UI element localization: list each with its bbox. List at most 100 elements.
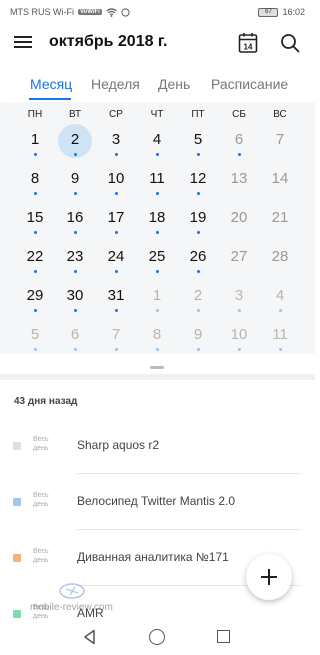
day-number: 7 bbox=[275, 131, 285, 148]
day-cell[interactable]: 4 bbox=[137, 124, 177, 162]
back-icon[interactable] bbox=[82, 629, 98, 645]
day-cell[interactable]: 8 bbox=[15, 163, 55, 201]
event-color-swatch bbox=[13, 610, 21, 618]
event-item[interactable]: Весь день Sharp aquos r2 bbox=[0, 418, 315, 474]
day-cell[interactable]: 10 bbox=[219, 319, 259, 357]
event-color-swatch bbox=[13, 442, 21, 450]
day-cell[interactable]: 29 bbox=[15, 280, 55, 318]
day-cell[interactable]: 9 bbox=[178, 319, 218, 357]
watermark-text: mobile-review.com bbox=[30, 602, 113, 613]
day-cell[interactable]: 6 bbox=[55, 319, 95, 357]
day-cell[interactable]: 13 bbox=[219, 163, 259, 201]
day-number: 3 bbox=[234, 287, 244, 304]
event-dot bbox=[156, 270, 159, 273]
day-number: 18 bbox=[148, 209, 166, 226]
day-cell[interactable]: 5 bbox=[15, 319, 55, 357]
day-cell[interactable]: 28 bbox=[260, 241, 300, 279]
weekday-label: СР bbox=[109, 109, 123, 120]
day-number: 13 bbox=[230, 170, 248, 187]
day-cell[interactable]: 8 bbox=[137, 319, 177, 357]
active-tab-indicator bbox=[29, 98, 71, 100]
day-cell[interactable]: 3 bbox=[96, 124, 136, 162]
today-button[interactable]: 14 bbox=[238, 32, 258, 54]
day-cell[interactable]: 18 bbox=[137, 202, 177, 240]
day-number: 16 bbox=[66, 209, 84, 226]
day-cell[interactable]: 6 bbox=[219, 124, 259, 162]
weekday-label: ВС bbox=[273, 109, 287, 120]
event-allday-label: Весь день bbox=[33, 492, 49, 508]
tab-week[interactable]: Неделя bbox=[91, 76, 140, 92]
day-cell[interactable]: 24 bbox=[96, 241, 136, 279]
home-icon[interactable] bbox=[149, 629, 165, 645]
day-number: 17 bbox=[107, 209, 125, 226]
events-section-label: 43 дня назад bbox=[14, 396, 78, 407]
day-cell[interactable]: 22 bbox=[15, 241, 55, 279]
month-title[interactable]: октябрь 2018 г. bbox=[49, 33, 167, 51]
day-number: 9 bbox=[70, 170, 80, 187]
day-cell[interactable]: 27 bbox=[219, 241, 259, 279]
day-cell[interactable]: 31 bbox=[96, 280, 136, 318]
status-bar: MTS RUS Wi-Fi VoWiFi 67 16:02 bbox=[0, 0, 315, 24]
day-cell[interactable]: 7 bbox=[260, 124, 300, 162]
menu-icon[interactable] bbox=[14, 33, 34, 53]
event-title: Диванная аналитика №171 bbox=[77, 550, 229, 564]
drag-handle[interactable] bbox=[150, 366, 164, 369]
day-cell[interactable]: 12 bbox=[178, 163, 218, 201]
network-badge: VoWiFi bbox=[78, 9, 102, 15]
day-cell[interactable]: 10 bbox=[96, 163, 136, 201]
day-cell[interactable]: 15 bbox=[15, 202, 55, 240]
day-cell[interactable]: 11 bbox=[260, 319, 300, 357]
event-title: Велосипед Twitter Mantis 2.0 bbox=[77, 494, 236, 508]
event-dot bbox=[34, 192, 37, 195]
day-cell[interactable]: 16 bbox=[55, 202, 95, 240]
event-dot bbox=[115, 231, 118, 234]
day-cell[interactable]: 1 bbox=[15, 124, 55, 162]
day-cell[interactable]: 14 bbox=[260, 163, 300, 201]
day-cell[interactable]: 5 bbox=[178, 124, 218, 162]
event-dot bbox=[34, 309, 37, 312]
day-cell[interactable]: 21 bbox=[260, 202, 300, 240]
day-cell[interactable]: 25 bbox=[137, 241, 177, 279]
day-cell[interactable]: 23 bbox=[55, 241, 95, 279]
weekday-label: ВТ bbox=[68, 109, 82, 120]
watermark: mobile-review.com bbox=[30, 580, 120, 620]
day-cell[interactable]: 30 bbox=[55, 280, 95, 318]
event-allday-label: Весь день bbox=[33, 436, 49, 452]
recent-apps-icon[interactable] bbox=[217, 630, 230, 643]
day-number: 23 bbox=[66, 248, 84, 265]
day-cell[interactable]: 19 bbox=[178, 202, 218, 240]
event-allday-label: Весь день bbox=[33, 548, 49, 564]
tab-schedule[interactable]: Расписание bbox=[211, 76, 288, 92]
event-item[interactable]: Весь день Велосипед Twitter Mantis 2.0 bbox=[0, 474, 315, 530]
day-number: 3 bbox=[111, 131, 121, 148]
add-event-button[interactable] bbox=[246, 554, 292, 600]
battery-indicator: 67 bbox=[258, 7, 279, 17]
tab-day[interactable]: День bbox=[158, 76, 190, 92]
day-cell[interactable]: 17 bbox=[96, 202, 136, 240]
day-cell[interactable]: 1 bbox=[137, 280, 177, 318]
day-cell[interactable]: 2 bbox=[178, 280, 218, 318]
day-number: 9 bbox=[193, 326, 203, 343]
weekday-label: ПТ bbox=[191, 109, 205, 120]
day-cell[interactable]: 11 bbox=[137, 163, 177, 201]
calendar-today-icon: 14 bbox=[238, 33, 258, 53]
search-button[interactable] bbox=[279, 32, 301, 54]
day-cell[interactable]: 26 bbox=[178, 241, 218, 279]
weekday-label: СБ bbox=[232, 109, 246, 120]
day-cell[interactable]: 9 bbox=[55, 163, 95, 201]
carrier-label: MTS RUS Wi-Fi bbox=[10, 7, 74, 17]
day-cell-today[interactable]: 2 bbox=[55, 124, 95, 162]
event-dot bbox=[115, 270, 118, 273]
day-number: 14 bbox=[271, 170, 289, 187]
tab-month[interactable]: Месяц bbox=[30, 76, 72, 92]
event-dot bbox=[156, 309, 159, 312]
event-dot bbox=[197, 192, 200, 195]
event-dot bbox=[115, 309, 118, 312]
whatsapp-icon bbox=[121, 7, 130, 17]
day-cell[interactable]: 4 bbox=[260, 280, 300, 318]
day-cell[interactable]: 3 bbox=[219, 280, 259, 318]
day-number: 4 bbox=[152, 131, 162, 148]
day-cell[interactable]: 7 bbox=[96, 319, 136, 357]
day-number: 27 bbox=[230, 248, 248, 265]
day-cell[interactable]: 20 bbox=[219, 202, 259, 240]
